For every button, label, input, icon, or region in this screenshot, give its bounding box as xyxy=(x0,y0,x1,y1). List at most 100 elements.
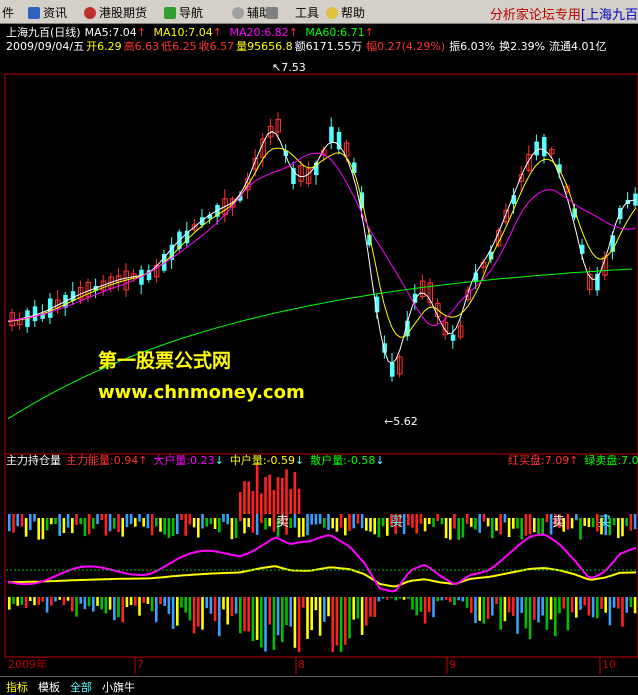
brand-forum: 分析家论坛专用 xyxy=(489,8,581,23)
indicator-bar-upper xyxy=(444,518,448,539)
indicator-bar-lower xyxy=(516,597,519,634)
indicator-bar-upper xyxy=(222,514,225,522)
indicator-bar-peak xyxy=(247,481,250,514)
indicator-bar-upper xyxy=(612,518,616,526)
indicator-bar-lower xyxy=(117,597,120,618)
ma5-arrow-icon: ↑ xyxy=(136,26,147,39)
indicator-bar-upper xyxy=(352,514,355,529)
chart-canvas[interactable] xyxy=(0,24,638,676)
indicator-bar-lower xyxy=(520,597,523,613)
buy-label-2: 买 xyxy=(598,515,612,530)
indicator-bar-lower xyxy=(247,597,250,632)
indicator-bar-upper xyxy=(633,514,637,530)
indicator-bar-upper xyxy=(365,518,368,531)
indicator-bar-lower xyxy=(327,597,330,617)
sell-label-2: 卖 xyxy=(552,515,566,530)
indicator-bar-upper xyxy=(486,518,490,527)
help-icon xyxy=(326,6,338,19)
indicator-bar-upper xyxy=(512,518,515,529)
candle-body-down xyxy=(32,306,38,322)
indicator-bar-upper xyxy=(617,518,620,539)
indicator-bar-upper xyxy=(411,514,414,528)
indicator-bar-lower xyxy=(478,597,481,621)
indicator-bar-upper xyxy=(453,514,456,529)
indicator-bar-upper xyxy=(331,518,334,529)
assist-icon xyxy=(232,6,244,19)
indicator-bar-upper xyxy=(171,518,175,537)
indicator-bar-lower xyxy=(323,597,326,622)
indicator-bar-lower xyxy=(201,597,204,630)
low-marker: ←5.62 xyxy=(384,415,418,428)
indicator-bar-lower xyxy=(612,597,616,608)
indicator-bar-lower xyxy=(96,597,99,606)
indicator-bar-upper xyxy=(314,514,318,525)
indicator-bar-lower xyxy=(87,597,91,607)
indicator-bar-lower xyxy=(251,597,255,641)
tab-all[interactable]: 全部 xyxy=(70,679,92,695)
indicator-bar-upper xyxy=(327,514,330,530)
indicator-bar-lower xyxy=(512,597,515,616)
indicator-bar-lower xyxy=(138,597,141,616)
indicator-bar-upper xyxy=(264,518,267,530)
indicator-bar-lower xyxy=(428,597,431,612)
indicator-bar-lower xyxy=(302,597,305,608)
indicator-bar-lower xyxy=(226,597,229,625)
chart-area[interactable]: 上海九百(日线) MA5:7.04↑ MA10:7.04↑ MA20:6.82↑ … xyxy=(0,24,638,676)
indicator-bar-lower xyxy=(457,597,460,601)
menu-hk-futures[interactable]: 港股期货 xyxy=(84,4,147,21)
indicator-bar-lower xyxy=(331,597,334,652)
indicator-line-yellow xyxy=(8,565,637,588)
indicator-bar-upper xyxy=(71,518,74,534)
indicator-bar-lower xyxy=(591,597,595,618)
candle-body-down xyxy=(329,126,334,143)
menu-navigate[interactable]: 导航 xyxy=(164,4,203,21)
indicator-bar-upper xyxy=(117,514,120,532)
indicator-bar-lower xyxy=(310,597,313,631)
menu-tools[interactable]: 工具 xyxy=(266,4,319,21)
indicator-bar-lower xyxy=(575,597,578,618)
tab-template[interactable]: 模板 xyxy=(38,679,60,695)
indicator-bar-lower xyxy=(92,597,95,612)
menu-file[interactable]: 件 xyxy=(2,4,14,21)
indicator-bar-lower xyxy=(541,597,544,616)
indicator-bar-upper xyxy=(491,518,494,539)
menu-help[interactable]: 帮助 xyxy=(326,4,365,21)
indicator-bar-lower xyxy=(8,597,11,610)
x-label-sep: 9 xyxy=(449,658,456,671)
indicator-bar-upper xyxy=(41,518,45,540)
indicator-bar-upper xyxy=(339,514,343,528)
indicator-bar-upper xyxy=(197,518,200,538)
indicator-bar-lower xyxy=(104,597,108,614)
indicator-bar-lower xyxy=(234,597,238,614)
indicator-bar-peak xyxy=(251,491,255,514)
indicator-bar-lower xyxy=(566,597,570,631)
indicator-bar-lower xyxy=(54,597,57,602)
indicator-bar-upper xyxy=(188,514,192,525)
indicator-bar-upper xyxy=(621,518,624,537)
menu-news[interactable]: 资讯 xyxy=(28,4,67,21)
indicator-bar-upper xyxy=(407,514,410,526)
ma-lines-group xyxy=(7,130,637,420)
indicator-bar-lower xyxy=(398,597,402,599)
indicator-bar-lower xyxy=(415,597,418,616)
indicator-bar-lower xyxy=(533,597,536,620)
indicator-bar-lower xyxy=(37,597,40,605)
indicator-bar-peak xyxy=(243,481,246,514)
indicator-bar-lower xyxy=(184,597,187,613)
indicator-bar-peak xyxy=(272,489,276,514)
navigate-icon xyxy=(164,6,176,19)
tab-small-flag[interactable]: 小旗牛 xyxy=(102,679,135,695)
buy-label-1: 买 xyxy=(390,515,404,530)
indicator-bar-upper xyxy=(58,514,61,536)
indicator-bar-peak xyxy=(293,471,297,514)
indicator-bar-lower xyxy=(209,597,213,614)
indicator-bar-lower xyxy=(365,597,368,626)
indicator-bar-lower xyxy=(159,597,162,605)
indicator-bar-lower xyxy=(356,597,360,619)
tab-indicator[interactable]: 指标 xyxy=(6,679,28,695)
indicator-bar-lower xyxy=(264,597,267,652)
indicator-bar-upper xyxy=(121,518,124,537)
indicator-bar-lower xyxy=(453,597,456,606)
indicator-bar-upper xyxy=(302,518,305,537)
indicator-bar-lower xyxy=(306,597,309,639)
